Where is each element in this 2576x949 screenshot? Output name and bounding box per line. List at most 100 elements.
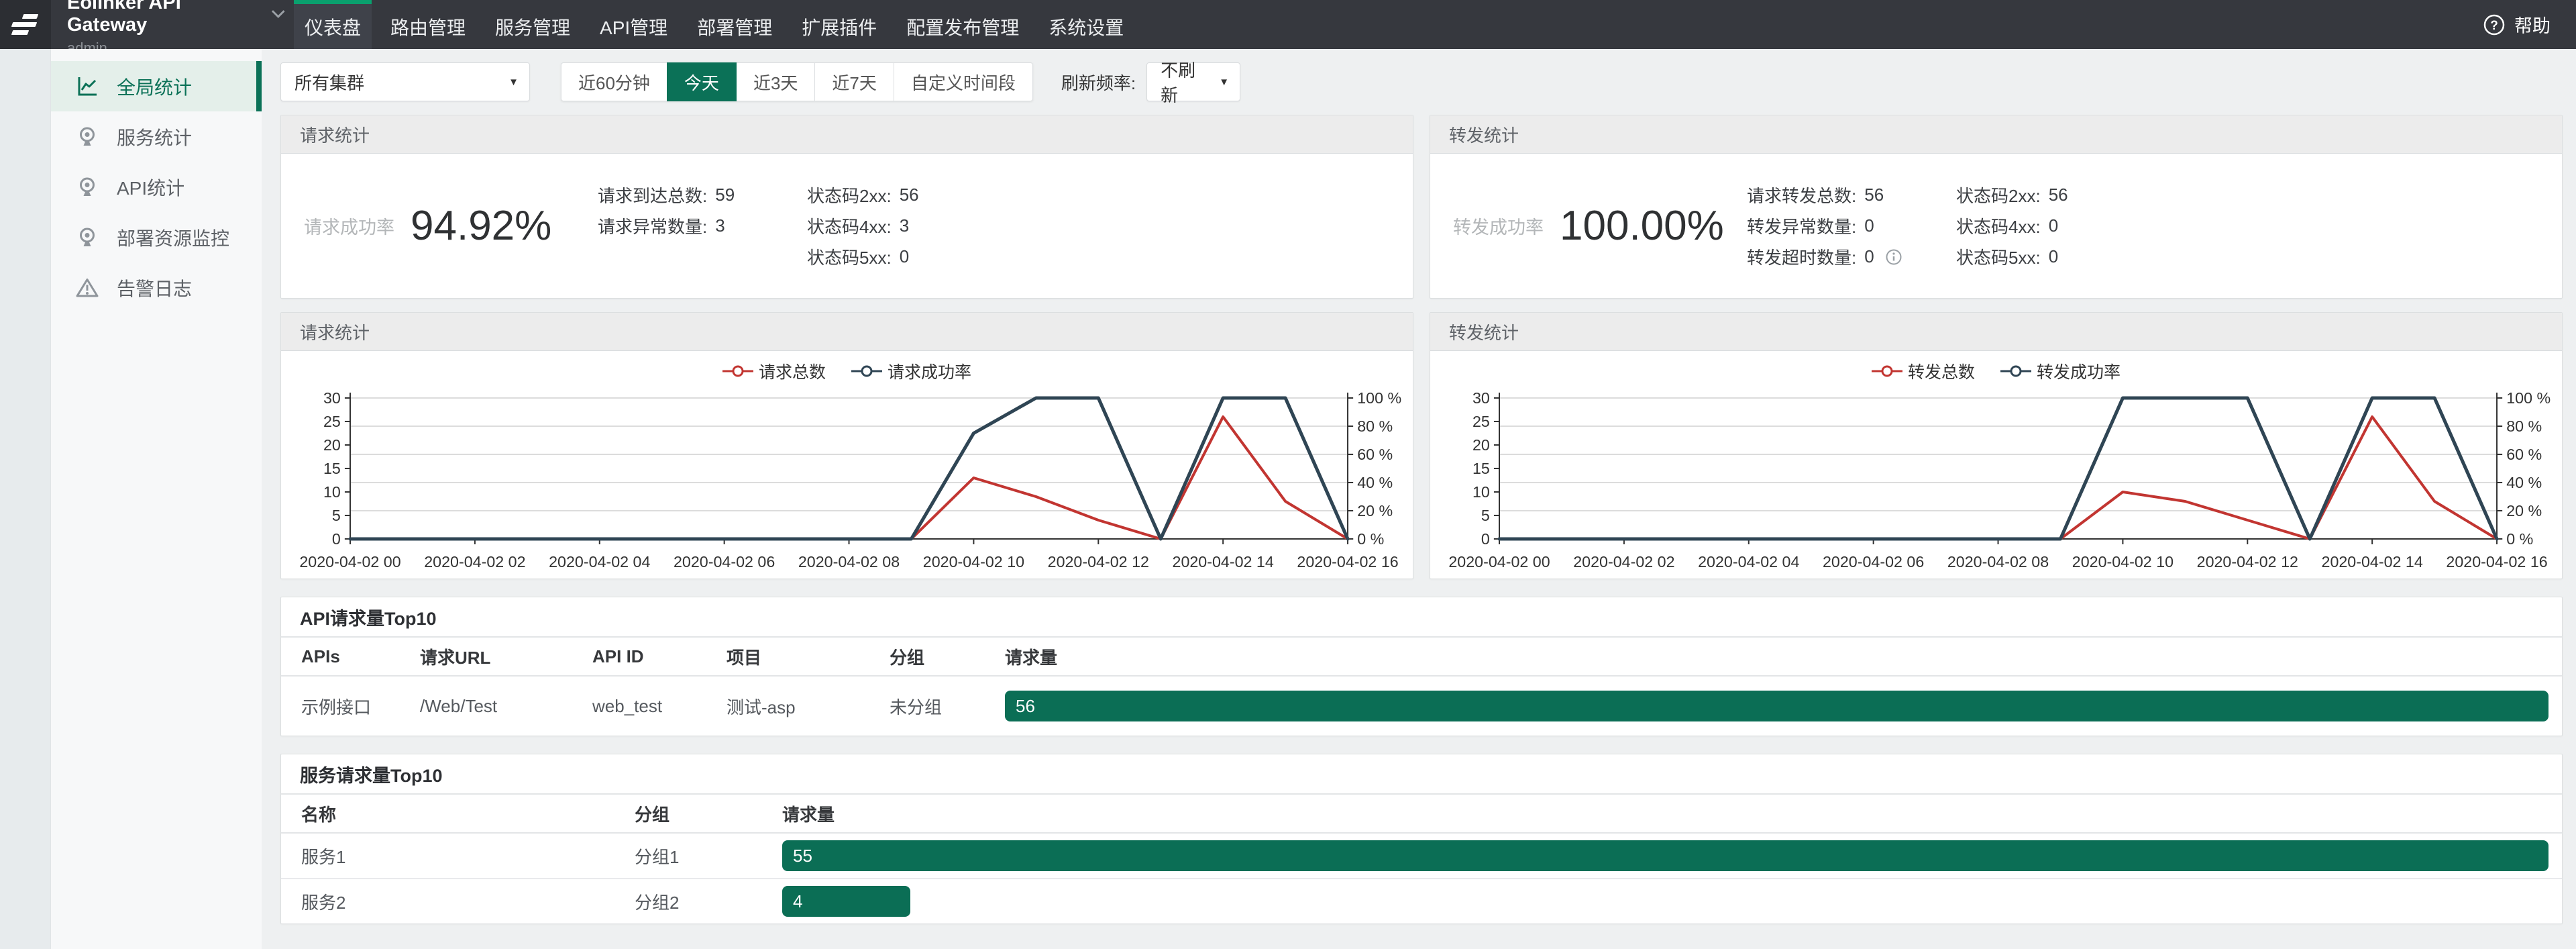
nav-item-service-management[interactable]: 服务管理: [484, 0, 581, 49]
info-icon[interactable]: [1885, 248, 1902, 266]
logo-button[interactable]: [0, 0, 51, 49]
card-title: 转发统计: [1430, 313, 2562, 351]
legend-item[interactable]: 转发成功率: [2000, 359, 2121, 383]
stats-column: 请求转发总数:56 转发异常数量:0 转发超时数量:0: [1747, 180, 1921, 272]
service-top-card: 服务请求量Top10 名称 分组 请求量 服务1 分组1 55 服务2 分组2 …: [280, 754, 2563, 924]
svg-text:2020-04-02 14: 2020-04-02 14: [1173, 553, 1274, 570]
nav-item-plugin-extensions[interactable]: 扩展插件: [791, 0, 888, 49]
stat-label: 转发异常数量:: [1747, 213, 1856, 238]
workspace-switcher[interactable]: Eolinker API Gateway admin: [51, 0, 286, 49]
monitor-icon: [75, 125, 99, 149]
nav-item-route-management[interactable]: 路由管理: [380, 0, 476, 49]
stat-value: 59: [715, 185, 735, 205]
stat-label: 状态码5xx:: [1956, 244, 2041, 269]
brand-title: Eolinker API Gateway: [67, 0, 262, 36]
nav-item-config-publish[interactable]: 配置发布管理: [896, 0, 1030, 49]
cell-api-name: 示例接口: [301, 677, 420, 736]
legend-item[interactable]: 请求总数: [722, 359, 826, 383]
svg-text:20 %: 20 %: [2506, 502, 2542, 519]
range-button-last-3days[interactable]: 近3天: [736, 62, 815, 101]
svg-text:20: 20: [1472, 436, 1490, 454]
svg-text:2020-04-02 06: 2020-04-02 06: [1823, 553, 1924, 570]
svg-text:2020-04-02 00: 2020-04-02 00: [1448, 553, 1550, 570]
stat-value: 56: [1864, 185, 1884, 205]
line-chart-canvas[interactable]: 0510152025300 %20 %40 %60 %80 %100 %2020…: [290, 389, 1403, 578]
svg-text:15: 15: [1472, 460, 1490, 477]
legend-marker-icon: [2000, 365, 2031, 377]
svg-text:10: 10: [323, 483, 341, 501]
stat-value: 0: [2049, 246, 2058, 267]
sidebar-item-api-stats[interactable]: API统计: [51, 162, 262, 212]
cell-api-id: web_test: [592, 677, 727, 736]
stat-value: 0: [900, 246, 909, 267]
legend-label: 请求总数: [759, 359, 826, 383]
sidebar-item-deploy-monitor[interactable]: 部署资源监控: [51, 212, 262, 262]
sidebar-item-global-stats[interactable]: 全局统计: [51, 61, 262, 111]
svg-text:5: 5: [332, 507, 341, 524]
legend-item[interactable]: 转发总数: [1872, 359, 1975, 383]
card-title: 转发统计: [1430, 115, 2562, 154]
range-button-custom[interactable]: 自定义时间段: [894, 62, 1033, 101]
cell-service-name: 服务1: [301, 834, 635, 878]
caret-down-icon: ▼: [508, 77, 519, 88]
monitor-icon: [75, 226, 99, 250]
svg-text:2020-04-02 04: 2020-04-02 04: [1698, 553, 1799, 570]
help-button[interactable]: ? 帮助: [2482, 0, 2576, 49]
svg-text:2020-04-02 08: 2020-04-02 08: [798, 553, 900, 570]
range-button-last-60min[interactable]: 近60分钟: [561, 62, 667, 101]
logo-icon: [11, 14, 40, 35]
stat-label: 请求转发总数:: [1747, 183, 1856, 207]
line-chart-canvas[interactable]: 0510152025300 %20 %40 %60 %80 %100 %2020…: [1440, 389, 2553, 578]
legend-marker-icon: [722, 365, 753, 377]
refresh-select[interactable]: 不刷新 ▼: [1146, 62, 1240, 101]
col-header-project: 项目: [727, 638, 890, 675]
range-button-today[interactable]: 今天: [667, 62, 737, 101]
stat-label: 状态码5xx:: [807, 244, 892, 269]
svg-text:2020-04-02 02: 2020-04-02 02: [1573, 553, 1674, 570]
caret-down-icon: ▼: [1219, 77, 1229, 88]
sidebar-item-service-stats[interactable]: 服务统计: [51, 111, 262, 162]
svg-text:30: 30: [1472, 389, 1490, 407]
svg-text:20 %: 20 %: [1357, 502, 1393, 519]
refresh-select-value: 不刷新: [1161, 57, 1210, 107]
rate-value: 94.92%: [411, 202, 582, 250]
nav-item-api-management[interactable]: API管理: [589, 0, 678, 49]
col-header-group: 分组: [890, 638, 1005, 675]
legend-item[interactable]: 请求成功率: [851, 359, 971, 383]
request-chart-card: 请求统计 请求总数请求成功率 0510152025300 %20 %40 %60…: [280, 312, 1413, 579]
stat-label: 状态码2xx:: [807, 183, 892, 207]
svg-text:0 %: 0 %: [2506, 530, 2533, 548]
svg-text:80 %: 80 %: [2506, 417, 2542, 435]
table-header-row: 名称 分组 请求量: [281, 795, 2562, 834]
range-button-last-7days[interactable]: 近7天: [814, 62, 894, 101]
svg-text:0: 0: [332, 530, 341, 548]
svg-text:10: 10: [1472, 483, 1490, 501]
sidebar-item-alert-logs[interactable]: 告警日志: [51, 262, 262, 313]
cluster-select[interactable]: 所有集群 ▼: [280, 62, 530, 101]
svg-text:40 %: 40 %: [2506, 474, 2542, 491]
main-nav: 仪表盘 路由管理 服务管理 API管理 部署管理 扩展插件 配置发布管理 系统设…: [290, 0, 1138, 49]
stat-label: 状态码2xx:: [1956, 183, 2041, 207]
cell-project: 测试-asp: [727, 677, 890, 736]
nav-item-dashboard[interactable]: 仪表盘: [294, 0, 372, 49]
nav-item-deploy-management[interactable]: 部署管理: [686, 0, 783, 49]
svg-text:2020-04-02 16: 2020-04-02 16: [2446, 553, 2547, 570]
help-icon: ?: [2482, 13, 2506, 37]
stat-value: 3: [900, 215, 909, 236]
stat-label: 转发超时数量:: [1747, 244, 1856, 269]
sidebar: 全局统计 服务统计 API统计 部署资源监控 告警日志: [51, 49, 262, 949]
legend-marker-icon: [1872, 365, 1902, 377]
stat-value: 0: [2049, 215, 2058, 236]
stat-label: 状态码4xx:: [1956, 213, 2041, 238]
svg-text:2020-04-02 14: 2020-04-02 14: [2322, 553, 2423, 570]
nav-item-system-settings[interactable]: 系统设置: [1038, 0, 1134, 49]
table-row: 服务2 分组2 4: [281, 879, 2562, 923]
request-summary-card: 请求统计 请求成功率 94.92% 请求到达总数:59 请求异常数量:3 状态码…: [280, 115, 1413, 299]
svg-text:60 %: 60 %: [1357, 446, 1393, 463]
col-header-apis: APIs: [301, 638, 420, 675]
sidebar-item-label: API统计: [117, 174, 184, 201]
table-title: 服务请求量Top10: [281, 754, 2562, 795]
stat-value: 0: [1864, 215, 1874, 236]
table-title: API请求量Top10: [281, 597, 2562, 638]
svg-text:2020-04-02 12: 2020-04-02 12: [2197, 553, 2298, 570]
